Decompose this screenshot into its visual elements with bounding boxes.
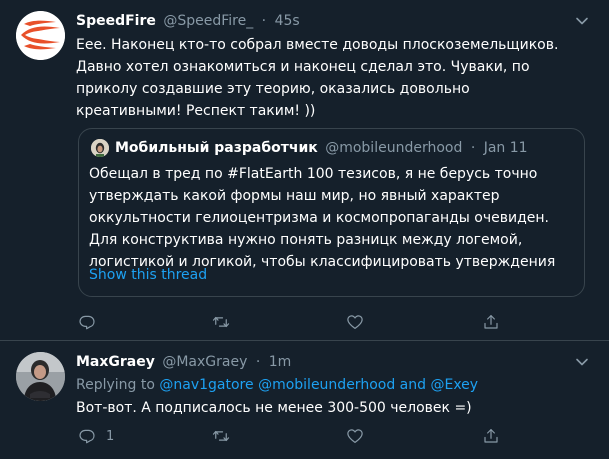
reply-icon (79, 429, 95, 444)
share-button[interactable] (482, 311, 500, 333)
share-icon (484, 315, 498, 329)
mention-conjunction: and (399, 377, 427, 393)
reply-icon (79, 315, 95, 330)
chevron-down-icon[interactable] (575, 14, 589, 28)
reply-count: 1 (106, 428, 115, 444)
retweet-icon (212, 316, 230, 328)
user-handle[interactable]: @MaxGraey (162, 354, 247, 370)
quote-text: Обещал в тред по #FlatEarth 100 тезисов,… (89, 166, 556, 270)
share-icon (484, 429, 498, 443)
like-button[interactable] (346, 311, 374, 333)
mention-link[interactable]: @nav1gatore (159, 377, 253, 393)
display-name[interactable]: MaxGraey (76, 354, 155, 370)
retweet-button[interactable] (212, 425, 240, 447)
tweet-text: Вот-вот. А подписалось не менее 300-500 … (76, 400, 472, 416)
retweet-icon (212, 430, 230, 442)
separator-dot: · (255, 354, 261, 370)
reply-button[interactable]: 1 (78, 425, 114, 447)
quote-avatar (91, 139, 109, 157)
like-button[interactable] (346, 425, 374, 447)
mention-link[interactable]: @Exey (430, 377, 478, 393)
person-avatar-icon (91, 139, 109, 157)
tweet-actions (74, 311, 514, 333)
replying-to-line: Replying to @nav1gatore @mobileunderhood… (76, 375, 478, 395)
avatar[interactable] (16, 352, 65, 401)
quoted-tweet[interactable]: Мобильный разработчик @mobileunderhood ·… (78, 128, 585, 297)
tweet-maxgraey[interactable]: MaxGraey @MaxGraey · 1m Replying to @nav… (0, 341, 609, 459)
person-photo-icon (16, 352, 65, 401)
heart-icon (347, 315, 363, 329)
quote-header: Мобильный разработчик @mobileunderhood ·… (115, 138, 528, 158)
tweet-speedfire[interactable]: SpeedFire @SpeedFire_ · 45s Еее. Наконец… (0, 0, 609, 341)
tweet-header: MaxGraey @MaxGraey · 1m (76, 353, 291, 371)
quote-separator-dot: · (470, 140, 476, 156)
separator-dot: · (261, 13, 267, 29)
reply-button[interactable] (78, 311, 106, 333)
show-thread-link[interactable]: Show this thread (89, 265, 207, 285)
tweet-text: Еее. Наконец кто-то собрал вместе доводы… (76, 37, 559, 119)
timestamp[interactable]: 45s (275, 13, 300, 29)
timestamp[interactable]: 1m (269, 354, 292, 370)
retweet-button[interactable] (212, 311, 240, 333)
quote-timestamp[interactable]: Jan 11 (484, 140, 528, 156)
quote-display-name[interactable]: Мобильный разработчик (115, 140, 318, 156)
tweet-actions: 1 (74, 425, 514, 447)
flame-logo-icon (16, 11, 65, 60)
quote-user-handle[interactable]: @mobileunderhood (325, 140, 462, 156)
display-name[interactable]: SpeedFire (76, 13, 156, 29)
replying-to-label: Replying to (76, 377, 155, 393)
chevron-down-icon[interactable] (575, 355, 589, 369)
share-button[interactable] (482, 425, 500, 447)
user-handle[interactable]: @SpeedFire_ (163, 13, 253, 29)
avatar[interactable] (16, 11, 65, 60)
mention-link[interactable]: @mobileunderhood (258, 377, 395, 393)
tweet-header: SpeedFire @SpeedFire_ · 45s (76, 12, 300, 30)
heart-icon (347, 429, 363, 443)
